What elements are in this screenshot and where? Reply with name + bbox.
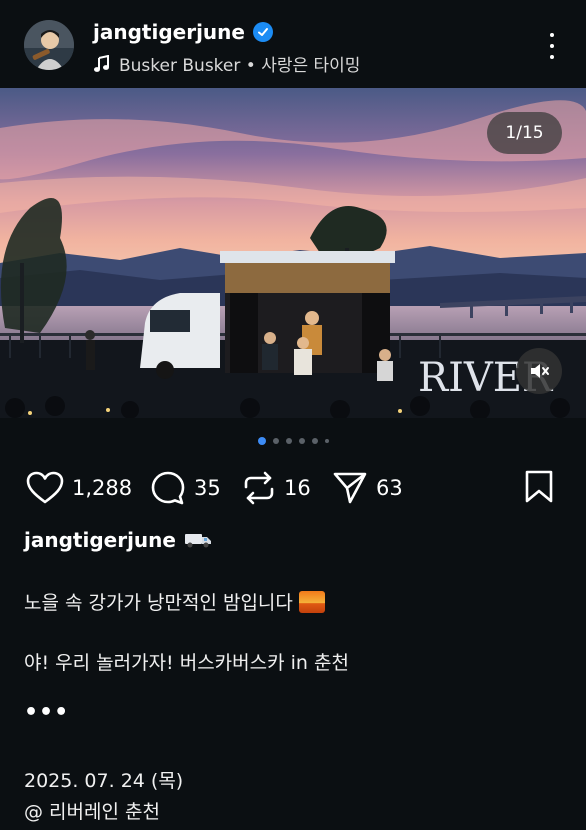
- see-more-button[interactable]: •••: [24, 700, 69, 725]
- share-count: 63: [376, 476, 403, 500]
- repost-count: 16: [284, 476, 311, 500]
- like-button[interactable]: 1,288: [26, 466, 132, 510]
- comment-count: 35: [194, 476, 221, 500]
- carousel-dot: [324, 439, 329, 443]
- comment-button[interactable]: 35: [150, 466, 221, 510]
- avatar-image: [24, 20, 74, 70]
- like-count: 1,288: [72, 476, 133, 500]
- more-vertical-icon[interactable]: [548, 33, 556, 59]
- caption-author[interactable]: jangtigerjune: [24, 528, 212, 552]
- post-location[interactable]: @ 리버레인 춘천: [24, 797, 160, 824]
- verified-badge-icon: [252, 22, 273, 42]
- music-note-icon: [94, 54, 109, 72]
- post-date-text: 2025. 07. 24 (목): [24, 770, 184, 792]
- repost-icon: [244, 471, 274, 505]
- caption-line: 야! 우리 놀러가자! 버스카버스카 in 춘천: [24, 648, 349, 675]
- truck-emoji-icon: [184, 534, 211, 548]
- music-track[interactable]: Busker Busker • 사랑은 타이밍: [93, 51, 360, 76]
- comment-icon: [151, 471, 185, 505]
- carousel-indicator: [0, 437, 586, 445]
- carousel-dot: [298, 438, 305, 444]
- post-actions: 1,288 35 16 63: [24, 466, 562, 510]
- music-track-label[interactable]: Busker Busker • 사랑은 타이밍: [119, 51, 360, 76]
- username-text[interactable]: jangtigerjune: [93, 20, 245, 44]
- heart-icon: [26, 471, 64, 504]
- caption-line-1: 노을 속 강가가 낭만적인 밤입니다: [24, 592, 293, 614]
- send-icon: [333, 472, 367, 504]
- carousel-dot: [272, 438, 279, 444]
- post-author[interactable]: jangtigerjune: [93, 20, 273, 44]
- post-media[interactable]: RIVER 1/15: [0, 88, 586, 418]
- carousel-counter: 1/15: [487, 112, 562, 154]
- carousel-dot-active: [257, 437, 266, 445]
- bookmark-icon[interactable]: [524, 470, 554, 508]
- caption-username[interactable]: jangtigerjune: [24, 528, 176, 552]
- sunset-emoji-icon: [298, 590, 325, 613]
- caption-line: 노을 속 강가가 낭만적인 밤입니다: [24, 588, 325, 615]
- carousel-dot: [285, 438, 292, 444]
- post-header: jangtigerjune Busker Busker • 사랑은 타이밍: [0, 0, 586, 88]
- share-button[interactable]: 63: [332, 466, 403, 510]
- post-date: 2025. 07. 24 (목): [24, 766, 183, 793]
- avatar[interactable]: [24, 20, 74, 70]
- muted-speaker-icon[interactable]: [516, 348, 562, 394]
- repost-button[interactable]: 16: [242, 466, 311, 510]
- post-location-text[interactable]: @ 리버레인 춘천: [24, 797, 160, 824]
- caption-line-2: 야! 우리 놀러가자! 버스카버스카 in 춘천: [24, 652, 349, 674]
- carousel-dot: [311, 438, 318, 444]
